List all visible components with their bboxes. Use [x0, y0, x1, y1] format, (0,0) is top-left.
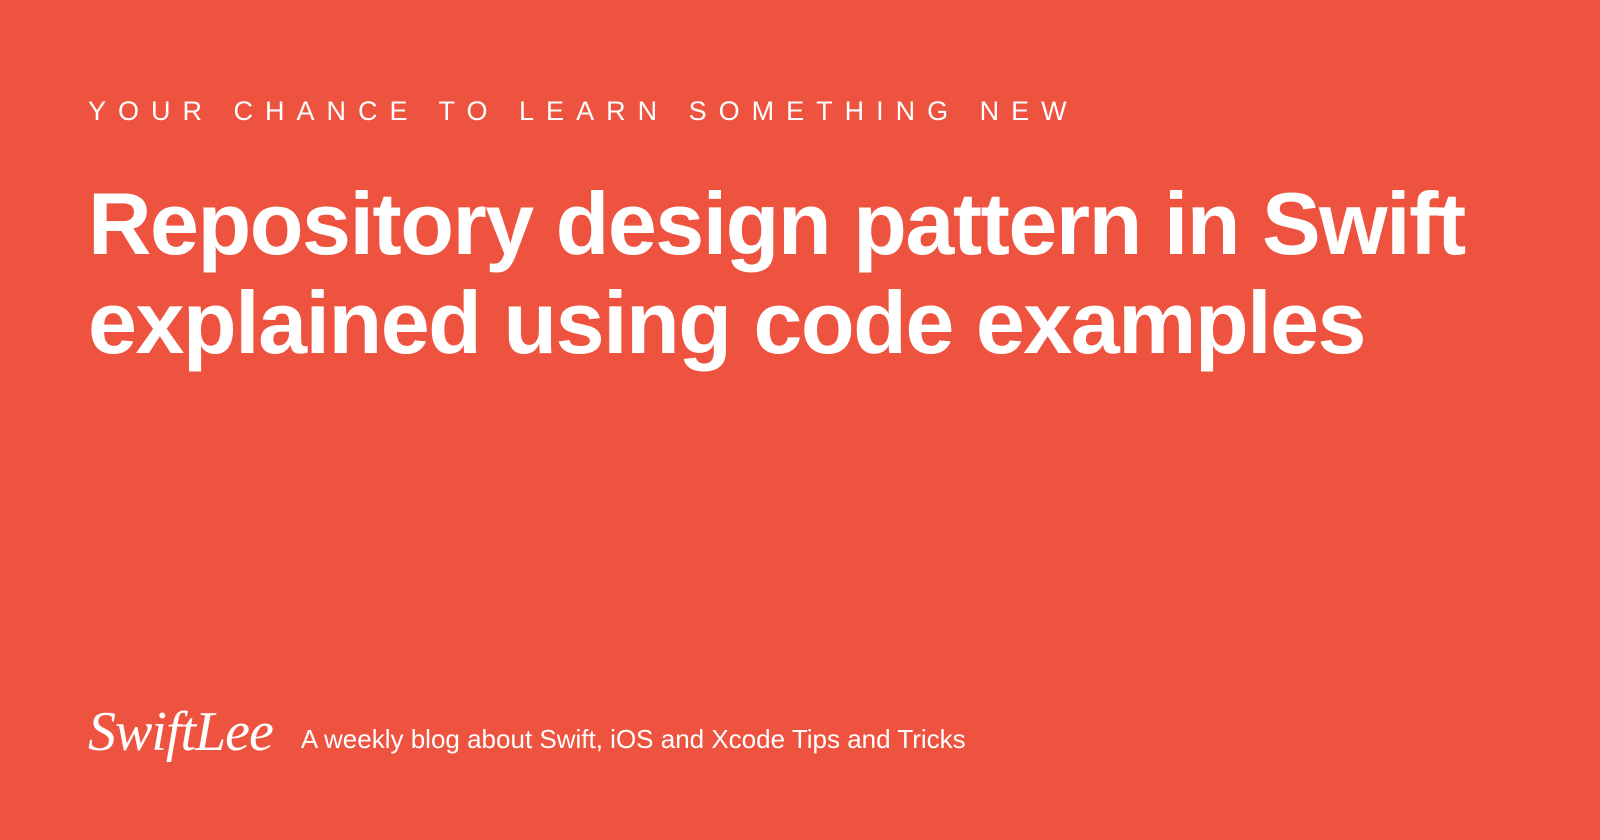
site-tagline: A weekly blog about Swift, iOS and Xcode…	[301, 710, 966, 755]
article-title: Repository design pattern in Swift expla…	[88, 175, 1488, 372]
footer: SwiftLee A weekly blog about Swift, iOS …	[88, 700, 966, 764]
eyebrow-text: YOUR CHANCE TO LEARN SOMETHING NEW	[88, 96, 1512, 127]
content-area: YOUR CHANCE TO LEARN SOMETHING NEW Repos…	[0, 0, 1600, 372]
site-logo: SwiftLee	[88, 700, 273, 764]
